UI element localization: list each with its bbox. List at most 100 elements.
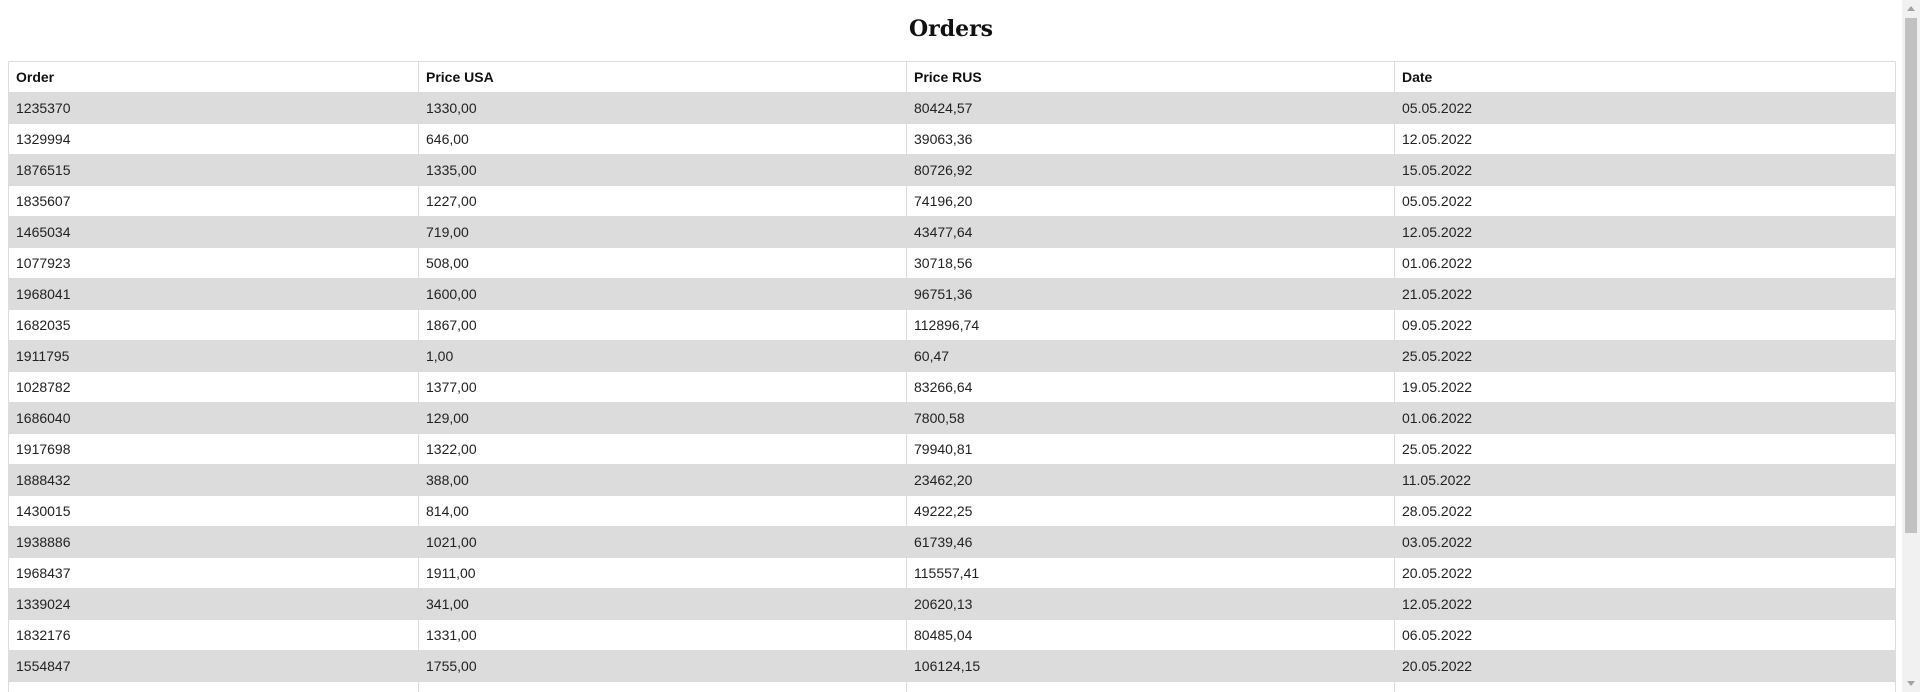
cell-date: 12.05.2022 [1394,216,1896,248]
cell-price-usa: 129,00 [418,402,907,434]
cell-price-usa: 1331,00 [418,619,907,651]
cell-price-rus: 7800,58 [906,402,1395,434]
table-row: 1876515 1335,00 80726,92 15.05.2022 [8,154,1896,186]
cell-price-usa: 388,00 [418,464,907,496]
cell-price-usa: 719,00 [418,216,907,248]
table-row: 1339024 341,00 20620,13 12.05.2022 [8,588,1896,620]
cell-price-usa: 646,00 [418,123,907,155]
cell-price-usa: 1322,00 [418,433,907,465]
table-row: 1682035 1867,00 112896,74 09.05.2022 [8,309,1896,341]
table-row: 1077923 508,00 30718,56 01.06.2022 [8,247,1896,279]
cell-price-usa: 1600,00 [418,278,907,310]
cell-price-rus: 80485,04 [906,619,1395,651]
cell-order: 1430015 [8,495,419,527]
cell-order: 1917698 [8,433,419,465]
cell-date: 28.05.2022 [1394,495,1896,527]
cell-order: 1235370 [8,92,419,124]
table-row: 1911795 1,00 60,47 25.05.2022 [8,340,1896,372]
scroll-up-arrow-icon[interactable] [1902,0,1920,17]
cell-price-usa: 1377,00 [418,371,907,403]
table-row: 1917698 1322,00 79940,81 25.05.2022 [8,433,1896,465]
table-row: 1968437 1911,00 115557,41 20.05.2022 [8,557,1896,589]
column-header-order: Order [8,61,419,93]
table-row: 1968041 1600,00 96751,36 21.05.2022 [8,278,1896,310]
page-title: Orders [908,16,994,42]
cell-price-rus: 79940,81 [906,433,1395,465]
table-row: 1686040 129,00 7800,58 01.06.2022 [8,402,1896,434]
cell-price-rus: 23462,20 [906,464,1395,496]
table-row: 1235370 1330,00 80424,57 05.05.2022 [8,92,1896,124]
cell-date: 05.05.2022 [1394,92,1896,124]
vertical-scrollbar[interactable] [1902,0,1920,692]
cell-order: 1835607 [8,185,419,217]
cell-price-usa: 1456,00 [418,681,907,692]
cell-price-rus: 83266,64 [906,371,1395,403]
cell-order: 1077923 [8,247,419,279]
column-header-price-usa: Price USA [418,61,907,93]
cell-price-rus: 20620,13 [906,588,1395,620]
cell-price-rus: 74196,20 [906,185,1395,217]
cell-date: 06.05.2022 [1394,619,1896,651]
cell-date: 20.05.2022 [1394,650,1896,682]
table-header-row: Order Price USA Price RUS Date [8,61,1896,93]
cell-price-usa: 814,00 [418,495,907,527]
cell-order: 1682035 [8,309,419,341]
cell-price-rus: 88043,14 [906,681,1395,692]
cell-order: 1709241 [8,681,419,692]
cell-date: 20.05.2022 [1394,557,1896,589]
table-row: 1832176 1331,00 80485,04 06.05.2022 [8,619,1896,651]
cell-order: 1938886 [8,526,419,558]
column-header-date: Date [1394,61,1896,93]
cell-price-usa: 1755,00 [418,650,907,682]
cell-date: 25.05.2022 [1394,340,1896,372]
table-row: 1835607 1227,00 74196,20 05.05.2022 [8,185,1896,217]
cell-price-usa: 1911,00 [418,557,907,589]
cell-date: 12.05.2022 [1394,588,1896,620]
cell-order: 1911795 [8,340,419,372]
cell-order: 1876515 [8,154,419,186]
table-row: 1888432 388,00 23462,20 11.05.2022 [8,464,1896,496]
cell-price-rus: 43477,64 [906,216,1395,248]
cell-order: 1832176 [8,619,419,651]
table-row: 1028782 1377,00 83266,64 19.05.2022 [8,371,1896,403]
cell-price-usa: 1335,00 [418,154,907,186]
table-body: 1235370 1330,00 80424,57 05.05.2022 1329994… [8,92,1896,692]
cell-price-rus: 80424,57 [906,92,1395,124]
cell-price-rus: 80726,92 [906,154,1395,186]
cell-price-rus: 30718,56 [906,247,1395,279]
cell-price-usa: 1,00 [418,340,907,372]
cell-order: 1028782 [8,371,419,403]
orders-page: Orders Order Price USA Price RUS Date 12… [0,0,1902,692]
cell-date: 15.05.2022 [1394,154,1896,186]
cell-date: 09.05.2022 [1394,309,1896,341]
cell-price-usa: 341,00 [418,588,907,620]
table-row: 1465034 719,00 43477,64 12.05.2022 [8,216,1896,248]
cell-price-rus: 112896,74 [906,309,1395,341]
table-row: 1430015 814,00 49222,25 28.05.2022 [8,495,1896,527]
cell-price-usa: 1021,00 [418,526,907,558]
cell-order: 1888432 [8,464,419,496]
table-row: 1329994 646,00 39063,36 12.05.2022 [8,123,1896,155]
cell-order: 1686040 [8,402,419,434]
cell-date: 19.05.2022 [1394,371,1896,403]
cell-price-usa: 1330,00 [418,92,907,124]
cell-date: 05.05.2022 [1394,185,1896,217]
column-header-price-rus: Price RUS [906,61,1395,93]
orders-table: Order Price USA Price RUS Date 1235370 13… [8,61,1896,692]
cell-date: 12.05.2022 [1394,123,1896,155]
cell-price-rus: 61739,46 [906,526,1395,558]
scrollbar-thumb[interactable] [1905,18,1917,533]
cell-price-rus: 96751,36 [906,278,1395,310]
cell-date: 21.05.2022 [1394,278,1896,310]
cell-price-rus: 115557,41 [906,557,1395,589]
cell-price-rus: 60,47 [906,340,1395,372]
cell-price-rus: 49222,25 [906,495,1395,527]
table-row: 1938886 1021,00 61739,46 03.05.2022 [8,526,1896,558]
scroll-down-arrow-icon[interactable] [1902,675,1920,692]
cell-price-usa: 508,00 [418,247,907,279]
cell-date: 17.05.2022 [1394,681,1896,692]
cell-order: 1554847 [8,650,419,682]
cell-date: 25.05.2022 [1394,433,1896,465]
cell-date: 03.05.2022 [1394,526,1896,558]
cell-price-usa: 1227,00 [418,185,907,217]
